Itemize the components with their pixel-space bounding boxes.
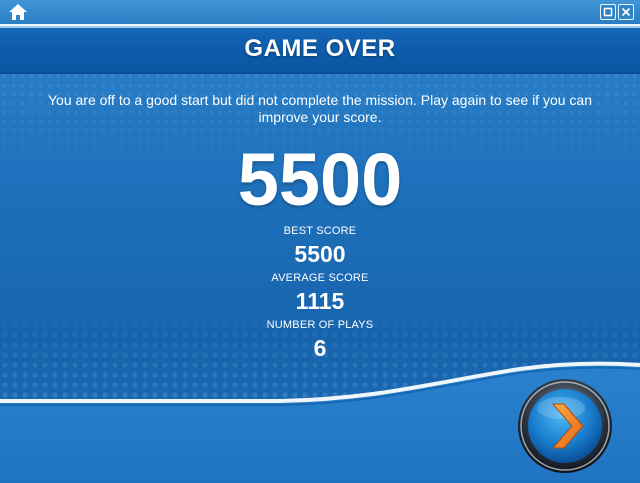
- final-score: 5500: [237, 138, 403, 221]
- number-of-plays-label: NUMBER OF PLAYS: [266, 319, 374, 331]
- average-score-value: 1115: [295, 288, 345, 314]
- restore-window-icon: [603, 7, 613, 17]
- restore-window-button[interactable]: [600, 4, 616, 20]
- game-over-screen: GAME OVER You are off to a good start bu…: [0, 0, 640, 483]
- best-score-label: BEST SCORE: [283, 225, 357, 237]
- average-score-label: AVERAGE SCORE: [271, 272, 369, 284]
- top-bar: [0, 0, 640, 24]
- next-button[interactable]: [517, 378, 613, 474]
- best-score-value: 5500: [294, 241, 346, 267]
- close-icon: [621, 7, 631, 17]
- result-message: You are off to a good start but did not …: [47, 92, 592, 125]
- page-title: GAME OVER: [244, 35, 396, 62]
- close-button[interactable]: [618, 4, 634, 20]
- home-icon[interactable]: [8, 3, 28, 21]
